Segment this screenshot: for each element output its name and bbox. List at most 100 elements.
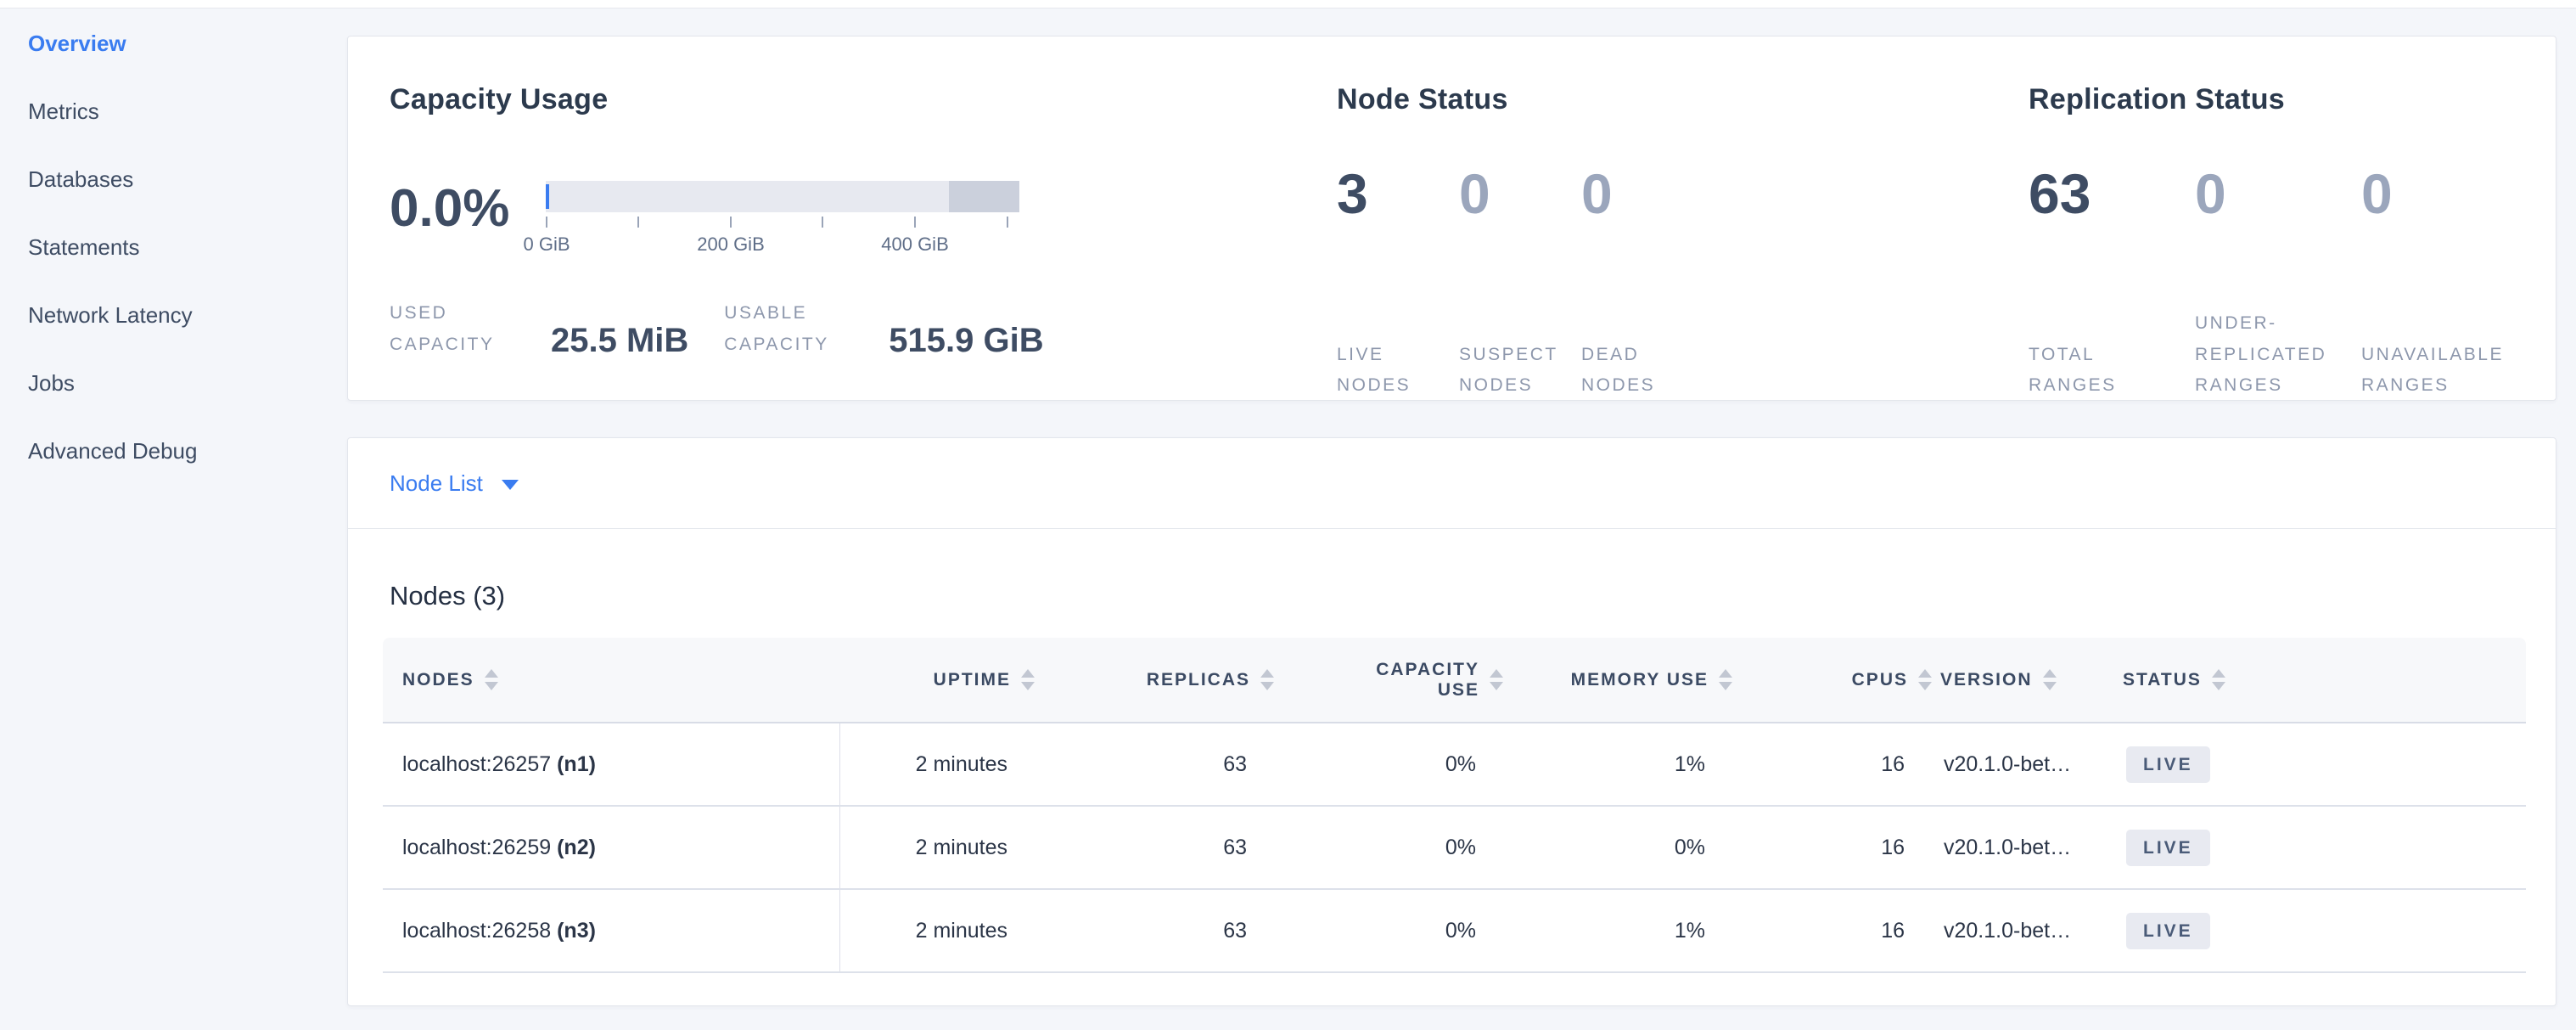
live-nodes-count: 3 [1337,166,1368,222]
unavailable-ranges-label: UNAVAILABLE RANGES [2361,340,2512,402]
status-badge: LIVE [2126,830,2210,866]
table-row[interactable]: localhost:26259 (n2) 2 minutes 63 0% 0% … [383,806,2526,889]
sort-icon [1719,669,1732,690]
sort-icon [1490,669,1503,690]
suspect-nodes-label: SUSPECT NODES [1459,340,1566,402]
node-status-section: Node Status 3 LIVE NODES 0 SUSPECT NODES… [1337,37,2029,400]
used-capacity-value: 25.5 MiB [551,324,688,357]
replication-status-section: Replication Status 63 TOTAL RANGES 0 UND… [2029,37,2538,400]
node-address[interactable]: localhost:26257 [402,752,551,776]
version-cell: v20.1.0-bet… [1940,806,2123,889]
capacity-axis-labels: 0 GiB 200 GiB 400 GiB [546,234,1019,259]
sort-icon [1021,669,1035,690]
uptime-cell: 2 minutes [839,889,1043,972]
capacity-stats: USED CAPACITY 25.5 MiB USABLE CAPACITY 5… [390,298,1337,361]
under-replicated-ranges-stat: 0 UNDER-REPLICATED RANGES [2195,37,2361,400]
sidebar-item-databases[interactable]: Databases [0,145,347,213]
replicas-cell: 63 [1043,806,1282,889]
capacity-axis-ticks [546,217,1019,230]
unavailable-ranges-stat: 0 UNAVAILABLE RANGES [2361,37,2528,400]
replicas-cell: 63 [1043,723,1282,806]
capacity-usage-section: Capacity Usage 0.0% 0 GiB 200 GiB 400 Gi… [390,37,1337,400]
uptime-cell: 2 minutes [839,723,1043,806]
version-cell: v20.1.0-bet… [1940,889,2123,972]
memory-use-cell: 1% [1512,723,1741,806]
column-header-replicas[interactable]: REPLICAS [1043,638,1282,723]
capacity-usage-title: Capacity Usage [390,83,608,116]
unavailable-ranges-count: 0 [2361,166,2393,222]
table-row[interactable]: localhost:26257 (n1) 2 minutes 63 0% 1% … [383,723,2526,806]
node-id: (n1) [557,752,596,776]
column-header-version[interactable]: VERSION [1940,638,2123,723]
sort-icon [485,669,498,690]
replicas-cell: 63 [1043,889,1282,972]
dead-nodes-stat: 0 DEAD NODES [1581,37,1703,400]
sort-icon [1260,669,1274,690]
sidebar-item-overview[interactable]: Overview [0,9,347,77]
total-ranges-stat: 63 TOTAL RANGES [2029,37,2195,400]
node-list-header: Node List [348,438,2556,529]
sidebar: Overview Metrics Databases Statements Ne… [0,9,347,1030]
total-ranges-label: TOTAL RANGES [2029,340,2180,402]
sort-icon [2043,669,2057,690]
node-address[interactable]: localhost:26259 [402,836,551,859]
capacity-use-cell: 0% [1282,806,1512,889]
nodes-table: NODES UPTIME REPLICAS CAPACITY USE M [383,638,2526,973]
live-nodes-label: LIVE NODES [1337,340,1444,402]
live-nodes-stat: 3 LIVE NODES [1337,37,1459,400]
node-list-card: Node List Nodes (3) NODES UPTIME REPLICA… [347,437,2556,1006]
memory-use-cell: 0% [1512,806,1741,889]
table-row[interactable]: localhost:26258 (n3) 2 minutes 63 0% 1% … [383,889,2526,972]
axis-label-400gib: 400 GiB [881,234,949,256]
column-header-uptime[interactable]: UPTIME [839,638,1043,723]
sidebar-item-jobs[interactable]: Jobs [0,349,347,417]
column-header-nodes[interactable]: NODES [383,638,839,723]
capacity-use-cell: 0% [1282,723,1512,806]
version-cell: v20.1.0-bet… [1940,723,2123,806]
suspect-nodes-count: 0 [1459,166,1490,222]
node-id: (n2) [557,836,596,859]
axis-label-0gib: 0 GiB [523,234,570,256]
usable-capacity-value: 515.9 GiB [889,324,1043,357]
cpus-cell: 16 [1741,806,1940,889]
node-id: (n3) [557,919,596,943]
dead-nodes-count: 0 [1581,166,1613,222]
dead-nodes-label: DEAD NODES [1581,340,1688,402]
sidebar-item-statements[interactable]: Statements [0,213,347,281]
status-badge: LIVE [2126,913,2210,949]
usable-capacity-label: USABLE CAPACITY [724,298,877,361]
cluster-summary-card: Capacity Usage 0.0% 0 GiB 200 GiB 400 Gi… [347,36,2556,401]
page-header-edge [0,0,2576,8]
column-header-memory-use[interactable]: MEMORY USE [1512,638,1741,723]
capacity-used-percent: 0.0% [390,183,509,235]
status-badge: LIVE [2126,746,2210,783]
sidebar-item-network-latency[interactable]: Network Latency [0,281,347,349]
uptime-cell: 2 minutes [839,806,1043,889]
capacity-bar-chart: 0 GiB 200 GiB 400 GiB [546,181,1019,291]
node-list-view-label: Node List [390,470,483,497]
total-ranges-count: 63 [2029,166,2091,222]
cpus-cell: 16 [1741,889,1940,972]
sort-icon [2212,669,2225,690]
node-address[interactable]: localhost:26258 [402,919,551,943]
sidebar-item-metrics[interactable]: Metrics [0,77,347,145]
sort-icon [1918,669,1932,690]
capacity-bar-other-segment [949,181,1019,212]
chevron-down-icon [502,480,519,490]
column-header-capacity-use[interactable]: CAPACITY USE [1282,638,1512,723]
table-header-row: NODES UPTIME REPLICAS CAPACITY USE M [383,638,2526,723]
node-list-view-dropdown[interactable]: Node List [390,470,519,497]
axis-label-200gib: 200 GiB [697,234,765,256]
cpus-cell: 16 [1741,723,1940,806]
column-header-status[interactable]: STATUS [2123,638,2526,723]
suspect-nodes-stat: 0 SUSPECT NODES [1459,37,1581,400]
under-replicated-ranges-label: UNDER-REPLICATED RANGES [2195,308,2346,402]
capacity-bar-used-segment [546,184,549,209]
capacity-bar [546,181,1019,212]
nodes-count-title: Nodes (3) [390,581,505,611]
used-capacity-label: USED CAPACITY [390,298,539,361]
sidebar-item-advanced-debug[interactable]: Advanced Debug [0,417,347,485]
under-replicated-ranges-count: 0 [2195,166,2226,222]
memory-use-cell: 1% [1512,889,1741,972]
column-header-cpus[interactable]: CPUS [1741,638,1940,723]
